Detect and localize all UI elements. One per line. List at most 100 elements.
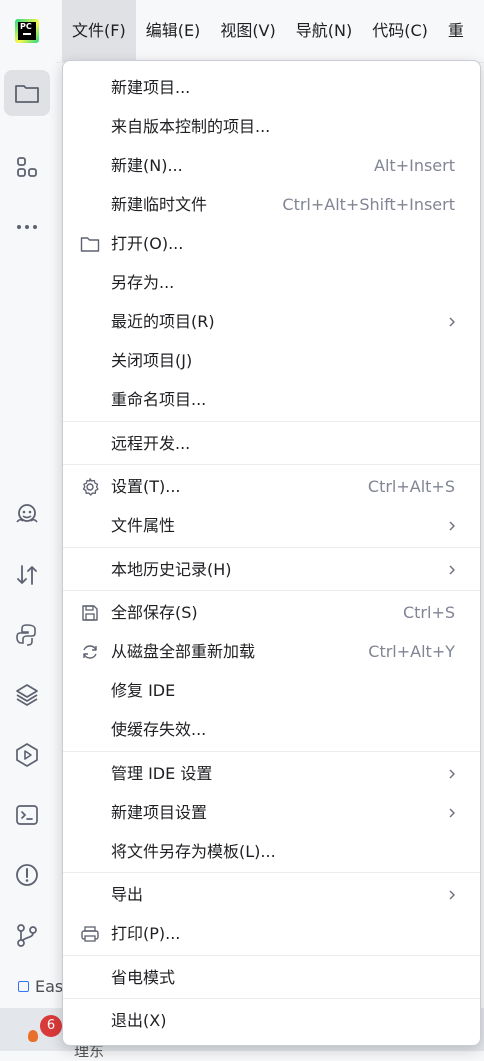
- menu-item-open[interactable]: 打开(O)...: [63, 226, 480, 262]
- chevron-right-icon: [449, 521, 455, 531]
- menu-item-label: 设置(T)...: [111, 477, 181, 496]
- menu-separator: [63, 872, 480, 873]
- menu-separator: [63, 421, 480, 422]
- menu-item-manage-ide-settings[interactable]: 管理 IDE 设置: [63, 756, 480, 792]
- menu-separator: [63, 547, 480, 548]
- structure-icon: [17, 157, 37, 177]
- menu-item-new-projects-setup[interactable]: 新建项目设置: [63, 795, 480, 831]
- menu-item-label: 本地历史记录(H): [111, 560, 232, 579]
- services-button[interactable]: [4, 732, 50, 778]
- printer-icon: [81, 926, 99, 942]
- menu-item-label: 打印(P)...: [111, 924, 181, 943]
- python-console-button[interactable]: [4, 612, 50, 658]
- menu-item-label: 新建(N)...: [111, 156, 183, 175]
- menu-item-save-all[interactable]: 全部保存(S) Ctrl+S: [63, 595, 480, 631]
- menu-item-project-from-vcs[interactable]: 来自版本控制的项目...: [63, 109, 480, 145]
- menu-item-shortcut: Ctrl+S: [402, 603, 455, 622]
- menubar-navigate[interactable]: 导航(N): [286, 0, 362, 62]
- save-icon: [82, 605, 98, 621]
- menubar-items: 文件(F) 编辑(E) 视图(V) 导航(N) 代码(C) 重: [62, 0, 474, 62]
- menu-item-new-scratch-file[interactable]: 新建临时文件 Ctrl+Alt+Shift+Insert: [63, 187, 480, 223]
- menu-separator: [63, 590, 480, 591]
- git-icon: [17, 924, 37, 947]
- menu-item-reload-all-from-disk[interactable]: 从磁盘全部重新加载 Ctrl+Alt+Y: [63, 634, 480, 670]
- app-logo-text: PC: [20, 22, 32, 31]
- menu-item-invalidate-caches[interactable]: 使缓存失效...: [63, 712, 480, 748]
- git-button[interactable]: [4, 912, 50, 958]
- menu-item-rename-project[interactable]: 重命名项目...: [63, 382, 480, 418]
- menu-item-file-properties[interactable]: 文件属性: [63, 508, 480, 544]
- menu-item-label: 新建项目...: [111, 78, 191, 97]
- chevron-right-icon: [449, 769, 455, 779]
- terminal-button[interactable]: [4, 792, 50, 838]
- problems-icon: [16, 864, 38, 886]
- layers-button[interactable]: [4, 672, 50, 718]
- menu-item-export[interactable]: 导出: [63, 877, 480, 913]
- menubar-code[interactable]: 代码(C): [362, 0, 438, 62]
- menu-item-print[interactable]: 打印(P)...: [63, 916, 480, 952]
- menu-item-save-file-as-template[interactable]: 将文件另存为模板(L)...: [63, 834, 480, 870]
- project-tool-button[interactable]: [4, 70, 50, 116]
- menu-item-label: 从磁盘全部重新加载: [111, 642, 256, 661]
- services-icon: [16, 743, 38, 767]
- menu-item-label: 来自版本控制的项目...: [111, 117, 271, 136]
- left-toolstrip: [0, 62, 56, 1051]
- more-tool-windows-button[interactable]: [4, 204, 50, 250]
- menu-item-new[interactable]: 新建(N)... Alt+Insert: [63, 148, 480, 184]
- menu-item-label: 省电模式: [111, 968, 176, 987]
- chevron-right-icon: [449, 317, 455, 327]
- pycharm-logo-icon: PC: [15, 19, 39, 43]
- menu-item-label: 使缓存失效...: [111, 720, 207, 739]
- menubar-refactor[interactable]: 重: [438, 0, 474, 62]
- reload-icon: [83, 645, 97, 659]
- menu-item-shortcut: Alt+Insert: [374, 156, 455, 175]
- menu-item-label: 修复 IDE: [111, 681, 176, 700]
- layers-icon: [16, 684, 38, 706]
- menu-item-label: 新建临时文件: [111, 195, 208, 214]
- menu-item-label: 最近的项目(R): [111, 312, 215, 331]
- menu-item-label: 文件属性: [111, 516, 176, 535]
- menu-item-label: 关闭项目(J): [111, 351, 193, 370]
- menu-item-close-project[interactable]: 关闭项目(J): [63, 343, 480, 379]
- menu-item-label: 打开(O)...: [111, 234, 184, 253]
- menu-item-exit[interactable]: 退出(X): [63, 1003, 480, 1039]
- menu-item-recent-projects[interactable]: 最近的项目(R): [63, 304, 480, 340]
- menu-item-label: 另存为...: [111, 273, 175, 292]
- menu-item-new-project[interactable]: 新建项目...: [63, 70, 480, 106]
- menu-separator: [63, 955, 480, 956]
- chevron-right-icon: [449, 890, 455, 900]
- menu-item-repair-ide[interactable]: 修复 IDE: [63, 673, 480, 709]
- status-fragment: Eas: [0, 968, 66, 1004]
- menu-item-settings[interactable]: 设置(T)... Ctrl+Alt+S: [63, 469, 480, 505]
- gear-icon: [82, 478, 99, 496]
- menu-item-power-save-mode[interactable]: 省电模式: [63, 960, 480, 996]
- menu-item-local-history[interactable]: 本地历史记录(H): [63, 552, 480, 588]
- status-fragment-text: Eas: [35, 976, 64, 996]
- menu-item-shortcut: Ctrl+Alt+Y: [368, 642, 455, 661]
- flame-icon: [28, 1030, 38, 1042]
- ai-assistant-button[interactable]: [4, 492, 50, 538]
- main-menubar: PC 文件(F) 编辑(E) 视图(V) 导航(N) 代码(C) 重: [0, 0, 484, 63]
- menu-item-remote-development[interactable]: 远程开发...: [63, 426, 480, 462]
- problems-button[interactable]: [4, 852, 50, 898]
- folder-icon: [80, 237, 100, 252]
- menu-item-label: 远程开发...: [111, 434, 191, 453]
- file-menu-dropdown: 新建项目... 来自版本控制的项目... 新建(N)... Alt+Insert…: [62, 60, 481, 1046]
- menu-item-label: 重命名项目...: [111, 390, 207, 409]
- menubar-view[interactable]: 视图(V): [210, 0, 285, 62]
- menu-item-label: 全部保存(S): [111, 603, 198, 622]
- menubar-file[interactable]: 文件(F): [62, 0, 136, 62]
- menu-item-save-as[interactable]: 另存为...: [63, 265, 480, 301]
- menu-item-label: 新建项目设置: [111, 803, 208, 822]
- chevron-right-icon: [449, 565, 455, 575]
- chevron-right-icon: [449, 808, 455, 818]
- structure-tool-button[interactable]: [4, 144, 50, 190]
- menu-item-shortcut: Ctrl+Alt+S: [367, 477, 455, 496]
- menu-item-label: 导出: [111, 885, 144, 904]
- menubar-edit[interactable]: 编辑(E): [136, 0, 211, 62]
- ai-assistant-icon: [16, 504, 38, 523]
- menu-separator: [63, 464, 480, 465]
- menu-item-label: 管理 IDE 设置: [111, 764, 213, 783]
- menu-item-label: 退出(X): [111, 1011, 167, 1030]
- vcs-update-button[interactable]: [4, 552, 50, 598]
